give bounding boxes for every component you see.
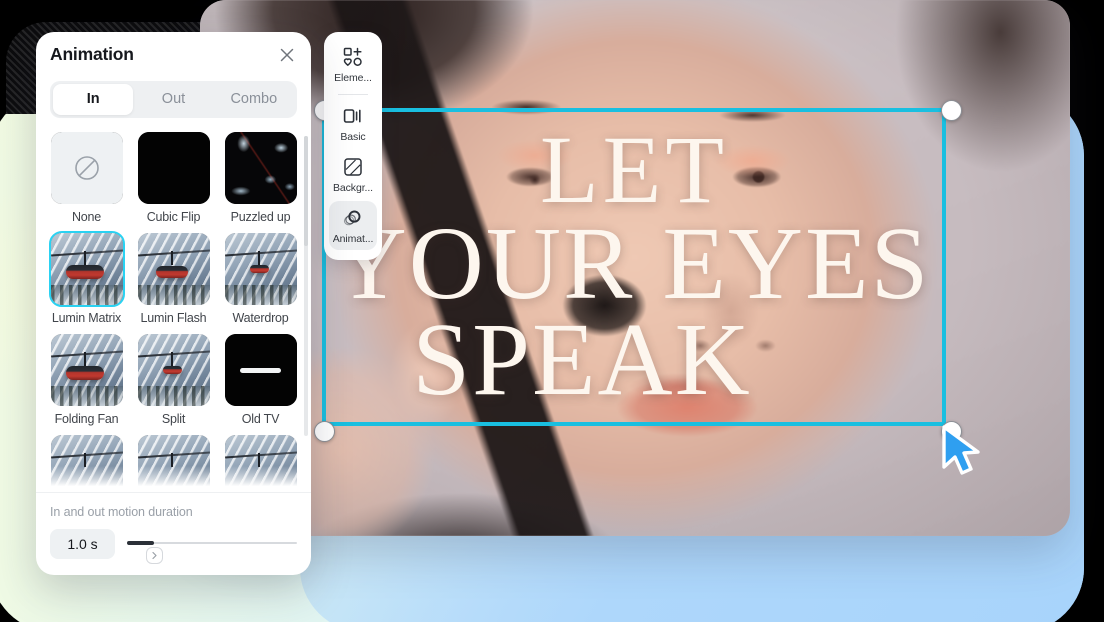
effect-cell-row4-1[interactable] — [50, 435, 123, 492]
background-icon — [342, 156, 364, 178]
effect-thumbnail — [137, 334, 210, 406]
effect-thumbnail — [48, 231, 125, 307]
tool-label-basic: Basic — [340, 131, 366, 143]
tool-label-elements: Eleme... — [334, 72, 372, 84]
effect-label: Lumin Matrix — [51, 311, 122, 325]
tab-combo[interactable]: Combo — [214, 84, 294, 115]
tool-rail: Eleme... Basic Backgr... Animat... — [324, 32, 382, 260]
effect-cell-split[interactable]: Split — [137, 334, 210, 426]
effect-cell-none[interactable]: None — [50, 132, 123, 224]
effect-label: Split — [161, 412, 186, 426]
effect-cell-row4-3[interactable] — [224, 435, 297, 492]
tool-label-animation: Animat... — [332, 233, 374, 245]
panel-scrollbar[interactable] — [304, 136, 308, 436]
duration-controls: 1.0 s — [50, 529, 297, 564]
effect-thumbnail — [50, 334, 123, 406]
effect-label: Lumin Flash — [140, 311, 207, 325]
effect-label: Old TV — [241, 412, 280, 426]
effect-label: None — [71, 210, 102, 224]
tool-item-elements[interactable]: Eleme... — [329, 40, 377, 89]
resize-handle-bottom-left[interactable] — [314, 421, 335, 442]
tab-in[interactable]: In — [53, 84, 134, 115]
effect-label: Folding Fan — [54, 412, 119, 426]
animation-icon — [342, 207, 364, 229]
effect-cell-old-tv[interactable]: Old TV — [224, 334, 297, 426]
slider-knob[interactable] — [145, 547, 163, 564]
tab-out[interactable]: Out — [133, 84, 213, 115]
effect-thumbnail — [50, 435, 123, 492]
effect-thumbnail — [50, 132, 123, 204]
effect-label: Waterdrop — [232, 311, 289, 325]
effect-thumbnail — [224, 435, 297, 492]
effect-cell-folding-fan[interactable]: Folding Fan — [50, 334, 123, 426]
screen-root: LET YOUR EYES SPEAK Eleme... Basic Backg… — [0, 0, 1104, 622]
resize-handle-top-right[interactable] — [941, 100, 962, 121]
page-title: Animation — [50, 44, 134, 64]
panel-header: Animation — [36, 32, 311, 71]
effect-cell-cubic-flip[interactable]: Cubic Flip — [137, 132, 210, 224]
effect-thumbnail — [137, 233, 210, 305]
tool-item-animation[interactable]: Animat... — [329, 201, 377, 250]
effect-cell-waterdrop[interactable]: Waterdrop — [224, 233, 297, 325]
effect-thumbnail — [224, 334, 297, 406]
duration-section: In and out motion duration 1.0 s — [36, 492, 311, 575]
tool-label-background: Backgr... — [333, 182, 373, 194]
effects-grid: None Cubic Flip Puzzled up Lumin Matrix — [36, 132, 311, 492]
effect-thumbnail — [224, 233, 297, 305]
effects-grid-wrapper: None Cubic Flip Puzzled up Lumin Matrix — [36, 132, 311, 492]
effect-thumbnail — [224, 132, 297, 204]
animation-tabs: In Out Combo — [50, 81, 297, 118]
close-icon[interactable] — [277, 45, 297, 65]
basic-icon — [342, 105, 364, 127]
arrow-cursor — [938, 424, 984, 480]
duration-value-input[interactable]: 1.0 s — [50, 529, 115, 559]
effect-cell-row4-2[interactable] — [137, 435, 210, 492]
no-effect-icon — [50, 132, 123, 204]
effect-cell-lumin-matrix[interactable]: Lumin Matrix — [48, 231, 125, 325]
effect-cell-lumin-flash[interactable]: Lumin Flash — [137, 233, 210, 325]
tool-rail-divider — [338, 94, 368, 95]
scrollbar-thumb[interactable] — [304, 136, 308, 246]
effect-thumbnail — [137, 435, 210, 492]
selection-frame[interactable] — [314, 100, 962, 442]
elements-icon — [342, 46, 364, 68]
effect-thumbnail — [137, 132, 210, 204]
animation-panel: Animation In Out Combo None Cubic Flip P… — [36, 32, 311, 575]
tool-item-background[interactable]: Backgr... — [329, 150, 377, 199]
effect-cell-puzzled-up[interactable]: Puzzled up — [224, 132, 297, 224]
duration-slider[interactable] — [127, 529, 297, 564]
slider-fill — [127, 541, 155, 545]
tool-item-basic[interactable]: Basic — [329, 99, 377, 148]
effect-label: Cubic Flip — [146, 210, 201, 224]
effect-label: Puzzled up — [230, 210, 291, 224]
duration-label: In and out motion duration — [50, 505, 193, 519]
